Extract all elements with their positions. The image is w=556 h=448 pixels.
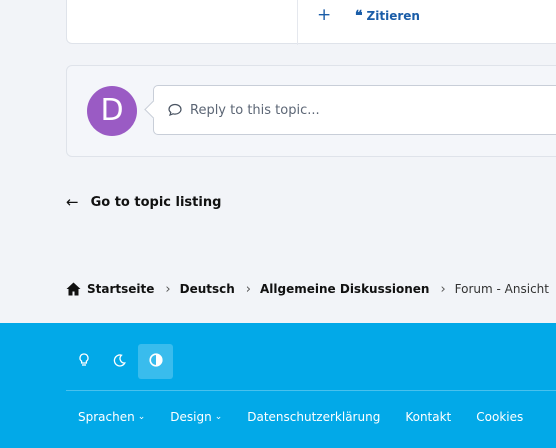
quote-icon: ❝ (355, 8, 362, 24)
reply-placeholder: Reply to this topic... (190, 102, 320, 118)
breadcrumb-item-deutsch[interactable]: Deutsch (180, 282, 235, 296)
reply-input[interactable]: Reply to this topic... (153, 85, 556, 135)
post-divider (297, 0, 298, 45)
quote-label: Zitieren (366, 9, 420, 23)
chevron-down-icon: ⌄ (214, 412, 223, 422)
home-icon[interactable] (66, 282, 81, 296)
footer-link-kontakt[interactable]: Kontakt (405, 410, 451, 424)
chevron-right-icon: › (165, 281, 171, 297)
back-link-label: Go to topic listing (90, 194, 222, 210)
dark-theme-button[interactable] (102, 344, 137, 379)
go-to-topic-listing-link[interactable]: ← Go to topic listing (66, 193, 221, 211)
chevron-right-icon: › (440, 281, 446, 297)
footer-link-label: Design (170, 410, 212, 424)
footer-divider (66, 390, 556, 391)
breadcrumb: Startseite › Deutsch › Allgemeine Diskus… (66, 280, 549, 298)
footer: Sprachen ⌄ Design ⌄ Datenschutzerklärung… (0, 323, 556, 448)
avatar[interactable]: D (87, 86, 137, 136)
lightbulb-icon (78, 352, 90, 371)
add-button[interactable]: + (317, 5, 331, 25)
footer-link-label: Sprachen (78, 410, 135, 424)
breadcrumb-item-current: Forum - Ansicht (454, 282, 549, 296)
moon-icon (113, 352, 126, 371)
breadcrumb-item-startseite[interactable]: Startseite (87, 282, 154, 296)
footer-link-sprachen[interactable]: Sprachen ⌄ (78, 410, 145, 424)
chat-bubble-icon (168, 103, 182, 117)
post-card: + ❝ Zitieren (66, 0, 556, 45)
footer-links: Sprachen ⌄ Design ⌄ Datenschutzerklärung… (78, 408, 548, 426)
light-theme-button[interactable] (66, 344, 101, 379)
footer-link-design[interactable]: Design ⌄ (170, 410, 222, 424)
chevron-down-icon: ⌄ (137, 412, 146, 422)
footer-link-datenschutz[interactable]: Datenschutzerklärung (247, 410, 380, 424)
contrast-theme-button[interactable] (138, 344, 173, 379)
breadcrumb-item-allgemeine-diskussionen[interactable]: Allgemeine Diskussionen (260, 282, 429, 296)
chevron-right-icon: › (245, 281, 251, 297)
reply-card: D Reply to this topic... (66, 65, 556, 157)
contrast-icon (148, 352, 163, 371)
arrow-left-icon: ← (66, 193, 79, 211)
footer-link-cookies[interactable]: Cookies (476, 410, 523, 424)
quote-button[interactable]: ❝ Zitieren (355, 8, 420, 24)
